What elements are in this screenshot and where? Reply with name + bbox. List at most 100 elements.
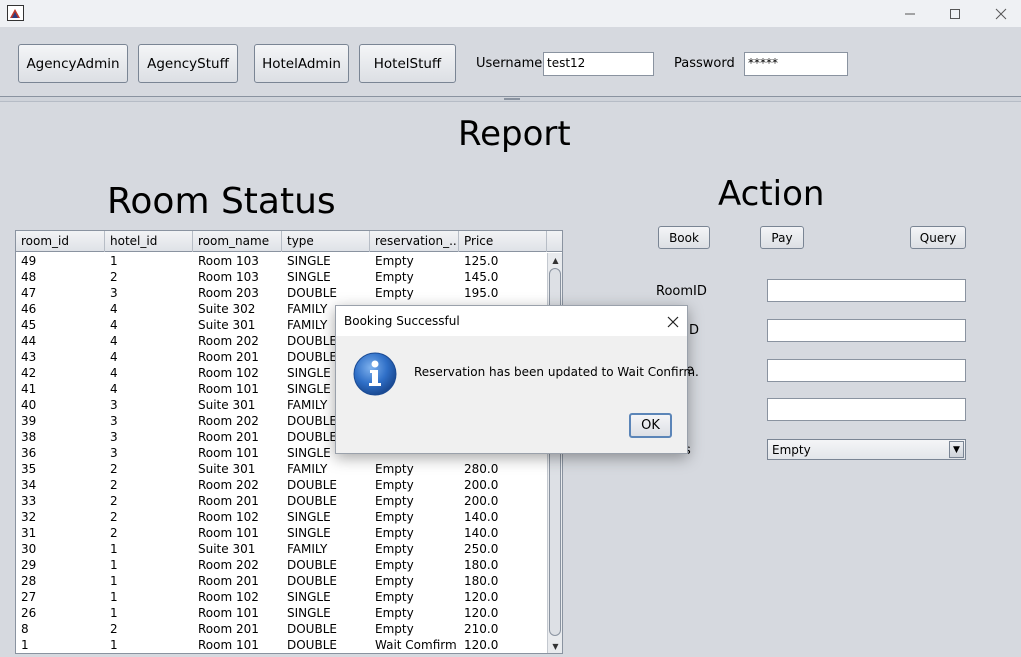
table-cell: DOUBLE: [287, 622, 337, 636]
table-cell: Empty: [375, 462, 414, 476]
table-cell: SINGLE: [287, 510, 331, 524]
fourth-field[interactable]: [767, 398, 966, 421]
table-row[interactable]: 26 1 Room 101 SINGLE Empty 120.0: [16, 605, 547, 621]
login-panel: AgencyAdmin AgencyStuff HotelAdmin Hotel…: [0, 27, 1021, 97]
table-cell: Empty: [375, 622, 414, 636]
dialog-titlebar: Booking Successful: [336, 306, 687, 336]
table-cell: 2: [110, 510, 118, 524]
table-cell: 3: [110, 286, 118, 300]
query-button[interactable]: Query: [910, 226, 966, 249]
third-field[interactable]: [767, 359, 966, 382]
table-cell: 4: [110, 350, 118, 364]
table-cell: Room 201: [198, 622, 259, 636]
maximize-icon[interactable]: [932, 0, 978, 27]
scroll-up-arrow-icon[interactable]: ▲: [548, 253, 562, 267]
column-header[interactable]: type: [282, 231, 370, 252]
table-row[interactable]: 34 2 Room 202 DOUBLE Empty 200.0: [16, 477, 547, 493]
table-row[interactable]: 1 1 Room 101 DOUBLE Wait Comfirm 120.0: [16, 637, 547, 653]
table-row[interactable]: 27 1 Room 102 SINGLE Empty 120.0: [16, 589, 547, 605]
table-cell: 200.0: [464, 478, 499, 492]
table-cell: DOUBLE: [287, 558, 337, 572]
table-cell: 48: [21, 270, 37, 284]
room-id-label: RoomID: [656, 284, 707, 299]
table-row[interactable]: 28 1 Room 201 DOUBLE Empty 180.0: [16, 573, 547, 589]
report-title: Report: [458, 114, 571, 154]
table-cell: 1: [110, 558, 118, 572]
scroll-down-arrow-icon[interactable]: ▼: [548, 639, 562, 653]
table-cell: Room 101: [198, 526, 259, 540]
table-cell: 1: [110, 606, 118, 620]
table-row[interactable]: 29 1 Room 202 DOUBLE Empty 180.0: [16, 557, 547, 573]
hotel-stuff-button[interactable]: HotelStuff: [359, 44, 456, 83]
table-row[interactable]: 8 2 Room 201 DOUBLE Empty 210.0: [16, 621, 547, 637]
table-cell: 3: [110, 430, 118, 444]
table-cell: Empty: [375, 574, 414, 588]
table-cell: 2: [110, 478, 118, 492]
table-row[interactable]: 33 2 Room 201 DOUBLE Empty 200.0: [16, 493, 547, 509]
table-row[interactable]: 30 1 Suite 301 FAMILY Empty 250.0: [16, 541, 547, 557]
book-button[interactable]: Book: [658, 226, 710, 249]
room-status-title: Room Status: [107, 181, 336, 222]
table-cell: 41: [21, 382, 37, 396]
table-cell: Room 101: [198, 638, 259, 652]
table-cell: 26: [21, 606, 37, 620]
table-cell: Room 102: [198, 510, 259, 524]
table-cell: 47: [21, 286, 37, 300]
table-cell: 27: [21, 590, 37, 604]
table-cell: Room 103: [198, 254, 259, 268]
table-row[interactable]: 47 3 Room 203 DOUBLE Empty 195.0: [16, 285, 547, 301]
second-field[interactable]: [767, 319, 966, 342]
table-cell: 2: [110, 494, 118, 508]
column-header[interactable]: room_name: [193, 231, 282, 252]
table-cell: 28: [21, 574, 37, 588]
close-icon[interactable]: [667, 310, 679, 333]
table-cell: 120.0: [464, 606, 499, 620]
table-cell: 280.0: [464, 462, 499, 476]
table-row[interactable]: 48 2 Room 103 SINGLE Empty 145.0: [16, 269, 547, 285]
table-cell: 2: [110, 622, 118, 636]
table-cell: DOUBLE: [287, 286, 337, 300]
table-cell: Empty: [375, 510, 414, 524]
ok-button[interactable]: OK: [629, 413, 672, 438]
table-cell: Suite 302: [198, 302, 256, 316]
table-cell: 1: [110, 254, 118, 268]
table-cell: DOUBLE: [287, 638, 337, 652]
table-cell: 29: [21, 558, 37, 572]
column-header[interactable]: reservation_...: [370, 231, 459, 252]
table-cell: 1: [21, 638, 29, 652]
room-id-field[interactable]: [767, 279, 966, 302]
chevron-down-icon[interactable]: ▼: [949, 441, 964, 458]
column-header[interactable]: room_id: [16, 231, 105, 252]
table-row[interactable]: 31 2 Room 101 SINGLE Empty 140.0: [16, 525, 547, 541]
table-cell: Suite 301: [198, 542, 256, 556]
table-cell: 33: [21, 494, 37, 508]
table-row[interactable]: 35 2 Suite 301 FAMILY Empty 280.0: [16, 461, 547, 477]
table-row[interactable]: 49 1 Room 103 SINGLE Empty 125.0: [16, 253, 547, 269]
hotel-admin-button[interactable]: HotelAdmin: [254, 44, 349, 83]
table-cell: 30: [21, 542, 37, 556]
agency-admin-button[interactable]: AgencyAdmin: [18, 44, 128, 83]
table-cell: 250.0: [464, 542, 499, 556]
table-cell: 46: [21, 302, 37, 316]
status-select[interactable]: Empty ▼: [767, 439, 966, 460]
dialog-message: Reservation has been updated to Wait Con…: [414, 365, 699, 379]
table-cell: 180.0: [464, 558, 499, 572]
table-cell: 38: [21, 430, 37, 444]
pay-button[interactable]: Pay: [760, 226, 804, 249]
table-cell: Empty: [375, 494, 414, 508]
username-field[interactable]: test12: [543, 52, 654, 76]
table-row[interactable]: 32 2 Room 102 SINGLE Empty 140.0: [16, 509, 547, 525]
table-cell: Wait Comfirm: [375, 638, 457, 652]
action-title: Action: [718, 174, 825, 214]
java-app-icon: [7, 5, 24, 21]
split-pane-divider[interactable]: [0, 96, 1021, 102]
table-cell: 120.0: [464, 638, 499, 652]
password-field[interactable]: *****: [744, 52, 848, 76]
column-header[interactable]: hotel_id: [105, 231, 193, 252]
table-cell: Room 201: [198, 494, 259, 508]
minimize-icon[interactable]: [887, 0, 933, 27]
agency-stuff-button[interactable]: AgencyStuff: [138, 44, 238, 83]
column-header[interactable]: Price: [459, 231, 547, 252]
close-icon[interactable]: [978, 0, 1021, 27]
password-label: Password: [674, 56, 735, 71]
